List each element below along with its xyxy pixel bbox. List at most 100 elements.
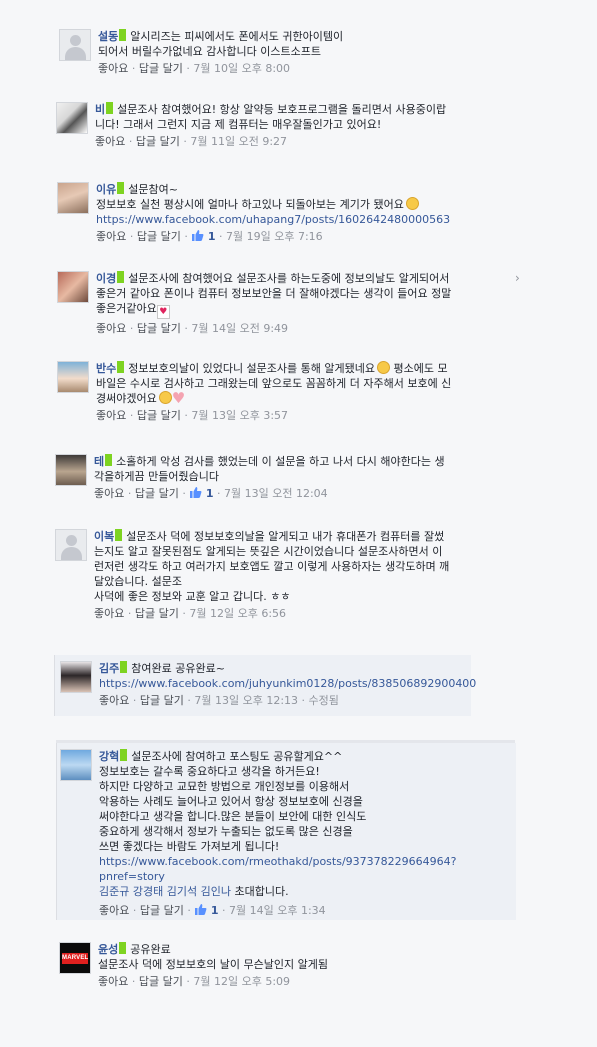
commenter-name[interactable]: 이유 (96, 183, 116, 196)
reply-link[interactable]: 답글 달기 (140, 694, 184, 707)
commenter-name[interactable]: 윤성 (98, 943, 118, 956)
timestamp[interactable]: 7월 13일 오후 3:57 (191, 409, 288, 422)
avatar[interactable] (60, 661, 92, 693)
like-link[interactable]: 좋아요 (94, 607, 124, 620)
reply-link[interactable]: 답글 달기 (137, 230, 181, 243)
comment-meta: 좋아요 · 답글 달기 · 7월 11일 오전 9:27 (95, 135, 288, 148)
comment-text: 사덕에 좋은 정보와 교훈 알고 갑니다. ㅎㅎ (94, 590, 291, 603)
like-link[interactable]: 좋아요 (96, 409, 126, 422)
comment-text: 알시리즈는 피씨에서도 폰에서도 귀한아이템이 (130, 30, 344, 43)
highlight-marker (117, 361, 125, 373)
avatar[interactable] (57, 182, 89, 214)
comment-text: 런저런 생각도 하고 여러가지 보호앱도 깔고 이렇게 사용하자는 생각도하며 … (94, 560, 450, 573)
comment-meta: 좋아요 · 답글 달기 · 7월 14일 오전 9:49 (96, 322, 289, 335)
like-link[interactable]: 좋아요 (99, 904, 129, 917)
commenter-name[interactable]: 비 (95, 103, 105, 116)
comment-body: 테 소홀하게 악성 검사를 했었는데 이 설문을 하고 나서 다시 해야한다는 생… (94, 454, 544, 501)
timestamp[interactable]: 7월 11일 오전 9:27 (190, 135, 287, 148)
timestamp[interactable]: 7월 14일 오후 1:34 (229, 904, 326, 917)
commenter-name[interactable]: 반수 (96, 362, 116, 375)
comment-text: 좋은거 같아요 폰이나 컴퓨터 정보보안을 더 잘해야겠다는 생각이 들어요 정… (96, 287, 452, 300)
avatar[interactable] (57, 361, 89, 393)
avatar[interactable] (60, 749, 92, 781)
comment-body: 이복 설문조사 덕에 정보보호의날을 알게되고 내가 휴대폰가 컴퓨터를 잘썼 는… (94, 529, 544, 621)
reply-link[interactable]: 답글 달기 (137, 409, 181, 422)
thumbs-up-icon[interactable] (194, 903, 207, 915)
like-link[interactable]: 좋아요 (99, 694, 129, 707)
shared-link[interactable]: https://www.facebook.com/uhapang7/posts/… (96, 212, 546, 227)
avatar[interactable] (56, 102, 88, 134)
like-count[interactable]: 1 (211, 904, 219, 917)
comment-text: 정보보호의날이 있었다니 설문조사를 통해 알게됐네요 (128, 362, 375, 375)
reply-link[interactable]: 답글 달기 (135, 487, 179, 500)
comment-meta: 좋아요 · 답글 달기 · 7월 13일 오후 3:57 (96, 409, 289, 422)
comment-meta: 좋아요 · 답글 달기 · 1 · 7월 19일 오후 7:16 (96, 229, 323, 243)
thumbs-up-icon[interactable] (191, 229, 204, 241)
edited-label[interactable]: 수정됨 (309, 694, 339, 707)
commenter-name[interactable]: 테 (94, 455, 104, 468)
like-link[interactable]: 좋아요 (98, 62, 128, 75)
commenter-name[interactable]: 김주 (99, 662, 119, 675)
timestamp[interactable]: 7월 19일 오후 7:16 (226, 230, 323, 243)
comment-text: 쓰면 좋겠다는 바람도 가져보게 됩니다! (99, 840, 280, 853)
comment-body: 강혁 설문조사에 참여하고 포스팅도 공유할게요^^ 정보보호는 갈수록 중요하다… (99, 749, 511, 918)
heart-emoji-icon: ♥ (171, 389, 186, 407)
comment-text: 평소에도 모 (393, 362, 448, 375)
shared-link[interactable]: https://www.facebook.com/juhyunkim0128/p… (99, 676, 476, 691)
tagged-user[interactable]: 김인나 (201, 885, 231, 898)
tag-suffix: 초대합니다. (234, 885, 289, 898)
comment-text: 설문조사에 참여하고 포스팅도 공유할게요^^ (131, 750, 343, 763)
like-link[interactable]: 좋아요 (95, 135, 125, 148)
timestamp[interactable]: 7월 13일 오전 12:04 (224, 487, 328, 500)
like-link[interactable]: 좋아요 (98, 975, 128, 988)
tagged-user[interactable]: 김기석 (167, 885, 197, 898)
heart-card-emoji-icon: ♥ (156, 305, 170, 319)
commenter-name[interactable]: 이복 (94, 530, 114, 543)
avatar[interactable] (55, 454, 87, 486)
like-link[interactable]: 좋아요 (96, 230, 126, 243)
commenter-name[interactable]: 설동 (98, 30, 118, 43)
timestamp[interactable]: 7월 12일 오후 6:56 (189, 607, 286, 620)
like-count[interactable]: 1 (206, 487, 214, 500)
reply-link[interactable]: 답글 달기 (139, 62, 183, 75)
tag-line: 김준규 강경태 김기석 김인나 초대합니다. (99, 884, 511, 899)
timestamp[interactable]: 7월 12일 오후 5:09 (193, 975, 290, 988)
tagged-user[interactable]: 김준규 (99, 885, 129, 898)
comment-text: 각을하게끔 만들어줬습니다 (94, 470, 219, 483)
avatar[interactable] (59, 29, 91, 61)
comment-body: 비 설문조사 참여했어요! 항상 알약등 보호프로그램을 돌리면서 사용중이랍 니… (95, 102, 535, 149)
commenter-name[interactable]: 강혁 (99, 750, 119, 763)
comment-text: 바일은 수시로 검사하고 그래왔는데 앞으로도 꼼꼼하게 더 자주해서 보호에 … (96, 377, 452, 390)
comment-text: 달았습니다. 설문조 (94, 575, 182, 588)
comment-text: 되어서 버릴수가없네요 감사합니다 이스트소프트 (98, 45, 322, 58)
highlight-marker (120, 661, 128, 673)
timestamp[interactable]: 7월 14일 오전 9:49 (191, 322, 288, 335)
shared-link[interactable]: https://www.facebook.com/rmeothakd/posts… (99, 854, 511, 884)
reply-link[interactable]: 답글 달기 (140, 904, 184, 917)
like-count[interactable]: 1 (208, 230, 216, 243)
comment-text: 소홀하게 악성 검사를 했었는데 이 설문을 하고 나서 다시 해야한다는 생 (116, 455, 445, 468)
timestamp[interactable]: 7월 13일 오후 12:13 (194, 694, 298, 707)
reply-link[interactable]: 답글 달기 (135, 607, 179, 620)
like-link[interactable]: 좋아요 (96, 322, 126, 335)
comment-text: 설문조사에 참여했어요 설문조사를 하는도중에 정보의날도 알게되어서 (128, 272, 450, 285)
thumbs-up-icon[interactable] (189, 486, 202, 498)
highlight-marker (105, 454, 113, 466)
comment-text: 는지도 알고 잘못된점도 알게되는 뜻깊은 시간이었습니다 설문조사하면서 이 (94, 545, 443, 558)
reply-link[interactable]: 답글 달기 (137, 322, 181, 335)
avatar[interactable] (55, 529, 87, 561)
timestamp[interactable]: 7월 10일 오후 8:00 (193, 62, 290, 75)
comment-text: 정보보호는 갈수록 중요하다고 생각을 하거든요! (99, 765, 320, 778)
reply-link[interactable]: 답글 달기 (136, 135, 180, 148)
commenter-name[interactable]: 이경 (96, 272, 116, 285)
comment-text: 설문조사 덕에 정보보호의 날이 무슨날인지 알게됨 (98, 958, 329, 971)
avatar[interactable]: MARVEL (59, 942, 91, 974)
tagged-user[interactable]: 강경태 (133, 885, 163, 898)
reply-link[interactable]: 답글 달기 (139, 975, 183, 988)
comment-body: 이유 설문참여~ 정보보호 실천 평상시에 얼마나 하고있나 되돌아보는 계기가 … (96, 182, 546, 244)
chevron-right-icon[interactable]: › (515, 271, 520, 285)
comment-text: 설문조사 참여했어요! 항상 알약등 보호프로그램을 돌리면서 사용중이랍 (117, 103, 447, 116)
comment-meta: 좋아요 · 답글 달기 · 7월 12일 오후 6:56 (94, 607, 287, 620)
avatar[interactable] (57, 271, 89, 303)
like-link[interactable]: 좋아요 (94, 487, 124, 500)
